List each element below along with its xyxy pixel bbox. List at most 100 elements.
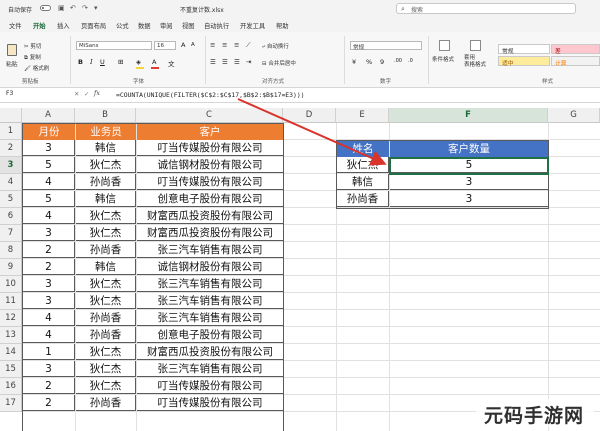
- tab-help[interactable]: 帮助: [276, 21, 289, 30]
- worksheet-grid[interactable]: A B C D E F G 1 2 3 4 5 6 7 8 9 10 11 12 13 14 15 16 17 …: [0, 103, 600, 431]
- wrap-text-button[interactable]: ⤶ 自动换行: [262, 42, 289, 51]
- row-header[interactable]: 10: [0, 276, 22, 293]
- col-header-g[interactable]: G: [548, 108, 600, 123]
- align-top-icon[interactable]: ≡: [210, 41, 215, 49]
- borders-icon[interactable]: ⊞: [118, 58, 123, 66]
- row-header[interactable]: 1: [0, 123, 22, 140]
- formula-input[interactable]: =COUNTA(UNIQUE(FILTER($C$2:$C$17,$B$2:$B…: [116, 91, 305, 99]
- col-header-e[interactable]: E: [336, 108, 389, 123]
- tab-home[interactable]: 开始: [33, 21, 46, 33]
- row-header[interactable]: 7: [0, 225, 22, 242]
- row-header[interactable]: 8: [0, 242, 22, 259]
- save-icon[interactable]: ▣: [58, 4, 65, 12]
- row-header[interactable]: 2: [0, 140, 22, 157]
- col-header-f[interactable]: F: [389, 108, 548, 123]
- decrease-font-icon[interactable]: A: [191, 42, 195, 48]
- row-header[interactable]: 5: [0, 191, 22, 208]
- row-header[interactable]: 14: [0, 344, 22, 361]
- tab-developer[interactable]: 开发工具: [240, 21, 265, 30]
- row-header[interactable]: 4: [0, 174, 22, 191]
- select-all-corner[interactable]: [0, 108, 22, 123]
- tab-automate[interactable]: 自动执行: [204, 21, 229, 30]
- font-color-bar: [151, 67, 159, 69]
- conditional-format-button[interactable]: 条件格式: [432, 55, 454, 63]
- col-header-c[interactable]: C: [136, 108, 283, 123]
- table-format-icon[interactable]: [470, 40, 481, 51]
- enter-icon[interactable]: ✓: [84, 91, 89, 98]
- name-box[interactable]: F3: [4, 90, 64, 100]
- cut-button[interactable]: ✂ 剪切: [24, 42, 41, 50]
- row-header[interactable]: 13: [0, 327, 22, 344]
- table-format-button[interactable]: 套用 表格格式: [464, 55, 486, 69]
- row-header[interactable]: 3: [0, 157, 22, 174]
- search-box[interactable]: ⌕ 搜索: [396, 3, 576, 14]
- orientation-icon[interactable]: ⟋: [246, 41, 251, 50]
- comma-icon[interactable]: 9: [380, 58, 384, 66]
- row-header[interactable]: 15: [0, 361, 22, 378]
- ribbon-divider: [205, 36, 206, 84]
- style-neutral[interactable]: 适中: [498, 56, 550, 67]
- paste-icon[interactable]: [7, 44, 17, 56]
- merge-center-button[interactable]: ⊟ 合并后居中: [262, 59, 296, 67]
- align-bottom-icon[interactable]: ≡: [234, 41, 239, 49]
- row-header[interactable]: 9: [0, 259, 22, 276]
- font-name-select[interactable]: MiSans: [76, 41, 152, 50]
- col-header-d[interactable]: D: [283, 108, 336, 123]
- col-header-b[interactable]: B: [75, 108, 136, 123]
- group-clipboard-label: 剪贴板: [22, 79, 39, 85]
- fill-color-icon[interactable]: ◈: [136, 58, 141, 66]
- conditional-format-icon[interactable]: [439, 40, 450, 51]
- title-bar: 自动保存 ▣ ↶ ↷ ▾ 不重复计数.xlsx ⌕ 搜索: [0, 0, 600, 17]
- insert-function-button[interactable]: fx: [94, 90, 100, 97]
- data-table-border: [22, 123, 284, 431]
- tab-insert[interactable]: 插入: [57, 21, 70, 30]
- tab-view[interactable]: 视图: [182, 21, 195, 30]
- number-format-select[interactable]: 常规: [350, 41, 422, 51]
- autosave-toggle[interactable]: [40, 5, 51, 11]
- col-header-a[interactable]: A: [22, 108, 75, 123]
- row-header[interactable]: 16: [0, 378, 22, 395]
- tab-review[interactable]: 审阅: [160, 21, 173, 30]
- row-header[interactable]: 6: [0, 208, 22, 225]
- font-color-icon[interactable]: A: [152, 58, 156, 66]
- style-bad[interactable]: 差: [551, 44, 600, 55]
- font-size-select[interactable]: 16: [154, 41, 176, 50]
- active-cell-f3[interactable]: [389, 157, 549, 175]
- group-font-label: 字体: [133, 79, 145, 85]
- phonetic-icon[interactable]: 文: [168, 58, 175, 68]
- redo-icon[interactable]: ↷: [82, 4, 88, 12]
- tab-page-layout[interactable]: 页面布局: [81, 21, 106, 30]
- align-right-icon[interactable]: ☰: [234, 58, 240, 66]
- merge-center-label: 合并后居中: [268, 61, 296, 67]
- increase-font-icon[interactable]: A: [181, 41, 185, 49]
- tab-data[interactable]: 数据: [138, 21, 151, 30]
- ribbon-divider: [70, 36, 71, 84]
- bold-button[interactable]: B: [78, 58, 83, 66]
- style-normal[interactable]: 常规: [498, 44, 550, 55]
- ribbon-divider: [428, 36, 429, 84]
- italic-button[interactable]: I: [90, 58, 93, 66]
- align-middle-icon[interactable]: ≡: [222, 41, 227, 49]
- tab-file[interactable]: 文件: [9, 21, 22, 30]
- paste-button[interactable]: 粘贴: [6, 59, 18, 68]
- style-calculation[interactable]: 计算: [551, 56, 600, 67]
- align-left-icon[interactable]: ☰: [210, 58, 216, 66]
- tab-formulas[interactable]: 公式: [116, 21, 129, 30]
- format-painter-button[interactable]: 🖌 格式刷: [24, 64, 49, 72]
- align-center-icon[interactable]: ☰: [222, 58, 228, 66]
- decrease-decimal-icon[interactable]: .0: [408, 58, 413, 64]
- increase-decimal-icon[interactable]: .00: [394, 58, 402, 64]
- autosave-label: 自动保存: [8, 7, 33, 14]
- currency-icon[interactable]: ¥: [352, 58, 356, 66]
- cancel-icon[interactable]: ✕: [74, 91, 79, 98]
- copy-button[interactable]: ⧉ 复制: [24, 53, 41, 62]
- percent-icon[interactable]: %: [366, 58, 372, 66]
- indent-icon[interactable]: ⇥: [246, 58, 251, 66]
- row-header[interactable]: 17: [0, 395, 22, 412]
- customize-qat-icon[interactable]: ▾: [94, 4, 98, 12]
- group-styles-label: 样式: [542, 79, 554, 85]
- underline-button[interactable]: U: [100, 58, 105, 66]
- row-header[interactable]: 11: [0, 293, 22, 310]
- row-header[interactable]: 12: [0, 310, 22, 327]
- undo-icon[interactable]: ↶: [70, 4, 76, 12]
